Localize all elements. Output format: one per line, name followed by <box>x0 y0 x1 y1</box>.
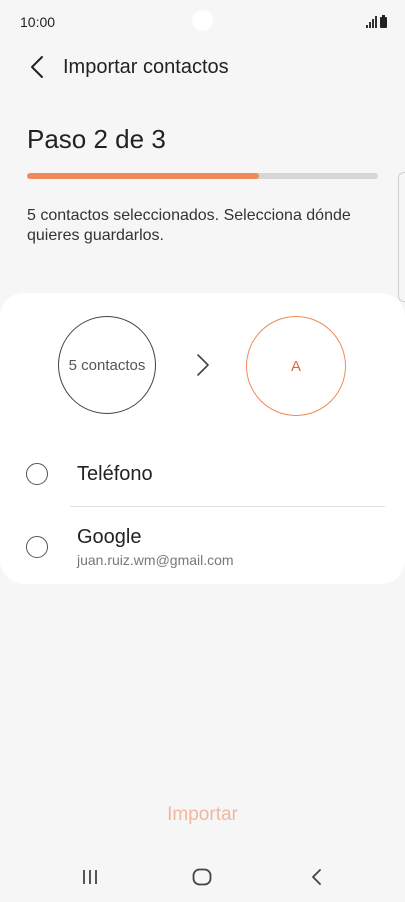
battery-icon <box>380 15 387 28</box>
radio-google[interactable] <box>26 536 48 558</box>
target-circle: A <box>246 316 346 416</box>
chevron-right-icon <box>197 354 209 376</box>
front-camera <box>192 10 213 31</box>
source-label: 5 contactos <box>68 356 146 374</box>
option-label: Google <box>77 526 142 548</box>
navigation-bar <box>0 855 405 899</box>
option-label: Teléfono <box>77 463 153 485</box>
status-time: 10:00 <box>20 14 56 30</box>
app-bar: Importar contactos <box>0 46 405 90</box>
progress-fill <box>27 173 259 179</box>
home-icon <box>192 868 212 886</box>
step-description: 5 contactos seleccionados. Selecciona dó… <box>27 207 351 244</box>
chevron-left-icon <box>31 56 43 78</box>
storage-card: 5 contactos A Teléfono Google juan.ruiz.… <box>0 293 405 584</box>
signal-icon <box>366 16 377 28</box>
source-circle: 5 contactos <box>58 316 156 414</box>
back-icon <box>312 869 321 885</box>
home-button[interactable] <box>182 861 222 893</box>
recent-apps-icon <box>83 870 97 884</box>
divider <box>70 506 385 507</box>
status-bar: 10:00 <box>0 0 405 44</box>
scroll-indicator <box>398 172 405 302</box>
step-title: Paso 2 de 3 <box>27 124 166 154</box>
option-telefono[interactable]: Teléfono <box>0 443 405 505</box>
option-google[interactable]: Google juan.ruiz.wm@gmail.com <box>0 515 405 577</box>
page-title: Importar contactos <box>63 56 229 78</box>
recent-apps-button[interactable] <box>70 861 110 893</box>
progress-bar <box>27 173 378 179</box>
status-icons <box>366 14 387 28</box>
back-nav-button[interactable] <box>296 861 336 893</box>
radio-telefono[interactable] <box>26 463 48 485</box>
option-subtitle: juan.ruiz.wm@gmail.com <box>77 552 234 568</box>
back-button[interactable] <box>22 52 52 82</box>
import-button[interactable]: Importar <box>120 804 285 832</box>
target-label: A <box>290 357 301 375</box>
